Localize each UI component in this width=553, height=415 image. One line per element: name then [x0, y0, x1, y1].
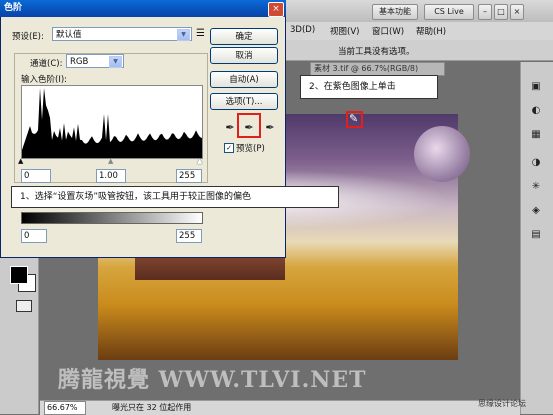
- output-gradient: [21, 212, 203, 224]
- history-icon[interactable]: ▣: [527, 80, 545, 94]
- preset-value: 默认值: [56, 30, 82, 40]
- eyedropper-cursor-icon: ✎: [349, 112, 359, 125]
- auto-button[interactable]: 自动(A): [210, 71, 278, 88]
- cslive-label: CS Live: [434, 7, 464, 16]
- layers-icon[interactable]: ◈: [527, 204, 545, 218]
- options-bar: [286, 40, 553, 61]
- options-button[interactable]: 选项(T)...: [210, 93, 278, 110]
- input-gamma-field[interactable]: 1.00: [96, 169, 126, 183]
- menu-help[interactable]: 帮助(H): [416, 25, 446, 37]
- midtone-slider[interactable]: ▲: [108, 157, 113, 165]
- output-white-field[interactable]: 255: [176, 229, 202, 243]
- watermark: 腾龍視覺 WWW.TLVI.NET: [58, 367, 367, 393]
- cancel-button[interactable]: 取消: [210, 47, 278, 64]
- minimize-button[interactable]: –: [478, 4, 492, 20]
- channel-label: 通道(C):: [30, 59, 63, 69]
- white-eyedropper-icon[interactable]: ✒: [262, 120, 278, 136]
- dialog-title: 色阶: [0, 0, 286, 17]
- black-eyedropper-icon[interactable]: ✒: [222, 120, 238, 136]
- menu-window[interactable]: 窗口(W): [372, 25, 404, 37]
- quick-mask-icon[interactable]: [16, 300, 32, 312]
- preset-select[interactable]: 默认值 ▼: [52, 27, 192, 41]
- histogram-graph: [22, 88, 202, 158]
- document-tab[interactable]: 素材 3.tif @ 66.7%(RGB/8): [310, 62, 445, 76]
- white-point-slider[interactable]: ▲: [197, 157, 202, 165]
- cslive-button[interactable]: CS Live: [424, 4, 474, 20]
- black-point-slider[interactable]: ▲: [18, 157, 23, 165]
- histogram-shape: [22, 88, 202, 158]
- status-text: 曝光只在 32 位起作用: [112, 403, 192, 412]
- preset-label: 预设(E):: [12, 32, 44, 42]
- input-black-field[interactable]: 0: [21, 169, 51, 183]
- menu-view[interactable]: 视图(V): [330, 25, 359, 37]
- callout-step-2: 2、在紫色图像上单击: [300, 75, 438, 99]
- menu-3d[interactable]: 3D(D): [290, 25, 315, 35]
- image-planet: [414, 126, 470, 182]
- input-white-field[interactable]: 255: [176, 169, 202, 183]
- output-black-field[interactable]: 0: [21, 229, 47, 243]
- maximize-button[interactable]: □: [494, 4, 508, 20]
- chevron-down-icon: ▼: [109, 56, 122, 68]
- swatches-icon[interactable]: ▦: [527, 128, 545, 142]
- foreground-color-swatch[interactable]: [10, 266, 28, 284]
- histogram: [21, 85, 203, 159]
- channels-icon[interactable]: ▤: [527, 228, 545, 242]
- zoom-field[interactable]: 66.67%: [44, 401, 86, 415]
- channel-value: RGB: [70, 57, 89, 67]
- input-levels-label: 输入色阶(I):: [21, 75, 68, 85]
- gray-eyedropper-highlight: [237, 113, 261, 138]
- callout-step-1: 1、选择“设置灰场”吸管按钮，该工具用于较正图像的偏色: [11, 186, 339, 208]
- workspace-button[interactable]: 基本功能: [372, 4, 418, 20]
- preview-checkbox[interactable]: ✓: [224, 143, 234, 153]
- options-bar-text: 当前工具没有选项。: [338, 47, 415, 57]
- close-app-button[interactable]: ×: [510, 4, 524, 20]
- corner-watermark: 思缘设计论坛: [478, 399, 526, 408]
- preset-menu-icon[interactable]: ☰: [196, 28, 205, 39]
- adjustments-icon[interactable]: ◑: [527, 156, 545, 170]
- chevron-down-icon: ▼: [177, 29, 190, 41]
- channel-select[interactable]: RGB ▼: [66, 54, 124, 68]
- dialog-close-button[interactable]: ×: [268, 2, 284, 17]
- color-icon[interactable]: ◐: [527, 104, 545, 118]
- preview-label: 预览(P): [236, 144, 265, 154]
- ok-button[interactable]: 确定: [210, 28, 278, 45]
- styles-icon[interactable]: ✳: [527, 180, 545, 194]
- workspace-label: 基本功能: [379, 7, 411, 16]
